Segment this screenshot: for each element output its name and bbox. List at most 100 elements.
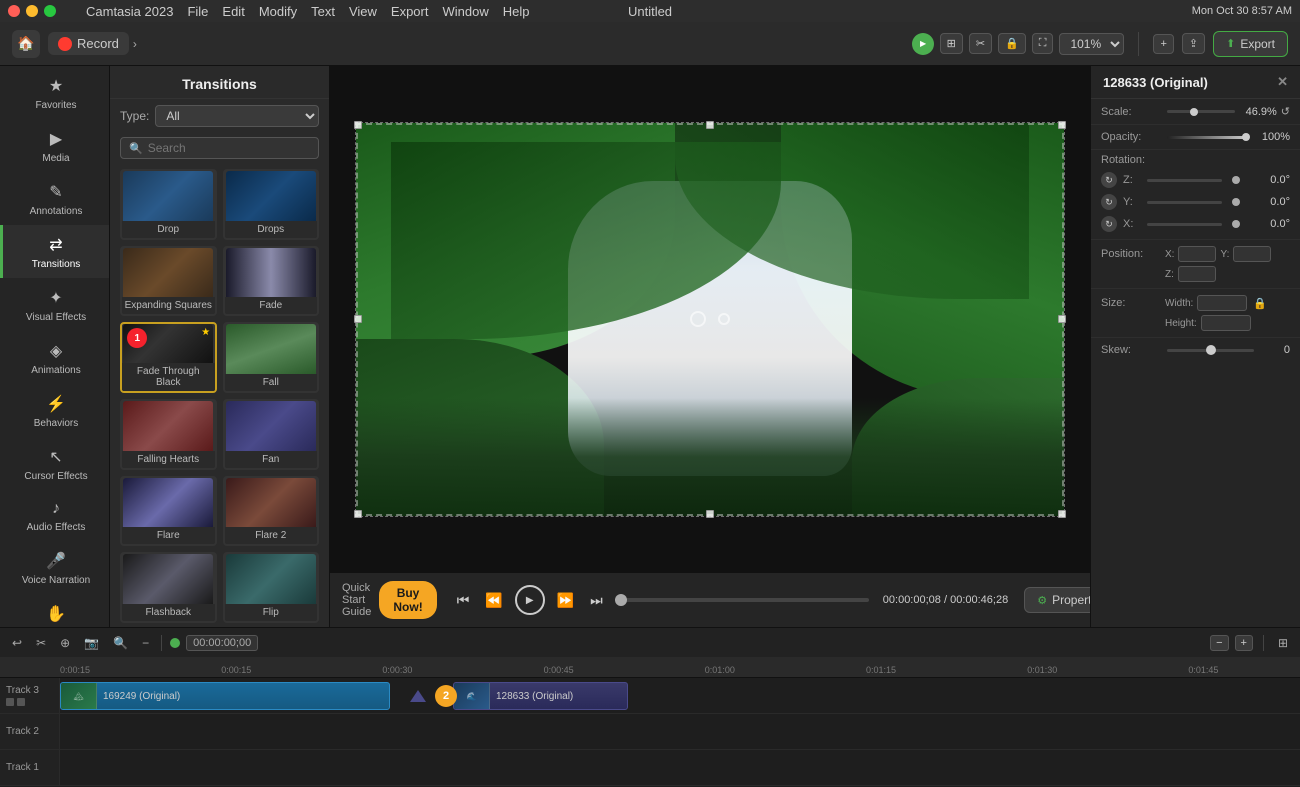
sidebar-item-animations[interactable]: ◈ Animations	[0, 331, 109, 384]
sidebar-item-behaviors[interactable]: ⚡ Behaviors	[0, 384, 109, 437]
transition-fall[interactable]: Fall	[223, 322, 320, 393]
zoom-select[interactable]: 101%	[1059, 33, 1124, 55]
size-height-input[interactable]: 1013.0	[1201, 315, 1251, 331]
play-pause-button[interactable]: ▶	[515, 585, 545, 615]
window-controls[interactable]	[8, 5, 56, 17]
position-y-input[interactable]: 0.0	[1233, 246, 1271, 262]
frame-back-button[interactable]: ⏪	[481, 590, 506, 611]
position-x-input[interactable]: 0.0	[1178, 246, 1216, 262]
menu-text[interactable]: Text	[311, 4, 335, 19]
copy-button[interactable]: ⊕	[56, 634, 74, 652]
menu-export[interactable]: Export	[391, 4, 429, 19]
clip-169249[interactable]: 🏔 169249 (Original)	[60, 682, 390, 710]
rotation-y-icon[interactable]: ↻	[1101, 194, 1117, 210]
progress-thumb[interactable]	[615, 594, 627, 606]
toolbar-play-button[interactable]	[912, 33, 934, 55]
skew-thumb[interactable]	[1206, 345, 1216, 355]
buy-now-button[interactable]: Buy Now!	[379, 581, 436, 619]
app-name[interactable]: Camtasia 2023	[86, 4, 173, 19]
zoom-out-button[interactable]: −	[138, 634, 153, 652]
cut-button[interactable]: ✂	[32, 634, 50, 652]
track-3-hide-btn[interactable]	[17, 698, 25, 706]
add-media-button[interactable]: +	[1153, 34, 1173, 54]
sidebar-item-media[interactable]: ▶ Media	[0, 119, 109, 172]
maximize-button[interactable]	[44, 5, 56, 17]
sidebar-item-annotations[interactable]: ✎ Annotations	[0, 172, 109, 225]
transition-expanding-squares[interactable]: Expanding Squares	[120, 246, 217, 317]
rotation-y-slider[interactable]	[1147, 201, 1222, 204]
menu-view[interactable]: View	[349, 4, 377, 19]
menu-modify[interactable]: Modify	[259, 4, 297, 19]
scale-slider-thumb[interactable]	[1190, 108, 1198, 116]
menu-window[interactable]: Window	[442, 4, 488, 19]
sidebar-item-voice-narration[interactable]: 🎤 Voice Narration	[0, 541, 109, 594]
scale-slider[interactable]	[1167, 110, 1235, 113]
tl-settings-button[interactable]: ⊞	[1274, 634, 1292, 652]
rotation-z-row: ↻ Z: 0.0°	[1101, 169, 1290, 191]
rotate-control[interactable]	[690, 311, 706, 327]
search-input[interactable]	[148, 141, 310, 155]
rotation-x-slider[interactable]	[1147, 223, 1222, 226]
lock-button[interactable]: 🔒	[998, 33, 1026, 54]
size-width-input[interactable]: 1800.9	[1197, 295, 1247, 311]
position-z-input[interactable]: 0.0	[1178, 266, 1216, 282]
clip-128633[interactable]: 🌊 128633 (Original)	[453, 682, 628, 710]
transition-drop[interactable]: Drop	[120, 169, 217, 240]
quick-start-guide[interactable]: Quick Start Guide	[342, 582, 371, 618]
transition-fan[interactable]: Fan	[223, 399, 320, 470]
fit-to-window-button[interactable]: ⊞	[940, 33, 963, 54]
rotation-x-thumb[interactable]	[1232, 220, 1240, 228]
track-3-add-btn[interactable]	[6, 698, 14, 706]
sidebar-item-gesture-effects[interactable]: ✋ Gesture Effects	[0, 594, 109, 627]
sidebar-item-visual-effects[interactable]: ✦ Visual Effects	[0, 278, 109, 331]
transition-fade-through-black[interactable]: 1 ★ Fade Through Black	[120, 322, 217, 393]
menu-file[interactable]: File	[187, 4, 208, 19]
frame-forward-button[interactable]: ⏩	[553, 590, 578, 611]
sidebar-item-favorites[interactable]: ★ Favorites	[0, 66, 109, 119]
progress-bar[interactable]	[621, 598, 869, 602]
home-button[interactable]: 🏠	[12, 30, 40, 58]
transition-fade[interactable]: Fade	[223, 246, 320, 317]
size-lock-icon[interactable]: 🔒	[1253, 297, 1267, 310]
zoom-in-button[interactable]: 🔍	[109, 634, 132, 652]
scale-reset[interactable]: ↺	[1281, 105, 1290, 118]
rotation-z-slider[interactable]	[1147, 179, 1222, 182]
opacity-slider-thumb[interactable]	[1242, 133, 1250, 141]
properties-button[interactable]: ⚙ Properties	[1024, 587, 1090, 613]
props-close-button[interactable]: ✕	[1277, 74, 1288, 90]
position-control[interactable]	[718, 313, 730, 325]
transition-falling-hearts[interactable]: Falling Hearts	[120, 399, 217, 470]
undo-button[interactable]: ↩	[8, 634, 26, 652]
transition-flare[interactable]: Flare	[120, 476, 217, 547]
share-button[interactable]: ⇪	[1182, 33, 1205, 54]
type-select[interactable]: All	[155, 105, 319, 127]
screenshot-button[interactable]: 📷	[80, 634, 103, 652]
tl-zoom-plus[interactable]: +	[1235, 635, 1253, 651]
menu-help[interactable]: Help	[503, 4, 530, 19]
rotation-y-thumb[interactable]	[1232, 198, 1240, 206]
record-chevron[interactable]: ›	[133, 37, 137, 51]
step-forward-button[interactable]: ⏭	[586, 590, 607, 611]
transition-flare-2[interactable]: Flare 2	[223, 476, 320, 547]
transition-drops[interactable]: Drops	[223, 169, 320, 240]
minimize-button[interactable]	[26, 5, 38, 17]
rotation-z-icon[interactable]: ↻	[1101, 172, 1117, 188]
transition-flip[interactable]: Flip	[223, 552, 320, 623]
sidebar-item-transitions[interactable]: ⇄ Transitions	[0, 225, 109, 278]
tl-zoom-minus[interactable]: −	[1210, 635, 1228, 651]
transition-flashback[interactable]: Flashback	[120, 552, 217, 623]
opacity-slider[interactable]	[1167, 136, 1248, 139]
menu-edit[interactable]: Edit	[222, 4, 244, 19]
step-back-button[interactable]: ⏮	[453, 590, 474, 611]
sidebar-item-audio-effects[interactable]: ♪ Audio Effects	[0, 490, 109, 541]
progress-bar-container[interactable]	[615, 598, 875, 602]
export-button[interactable]: ⬆ Export	[1213, 31, 1288, 57]
record-button[interactable]: Record	[48, 32, 129, 55]
sidebar-item-cursor-effects[interactable]: ↖ Cursor Effects	[0, 437, 109, 490]
close-button[interactable]	[8, 5, 20, 17]
skew-slider[interactable]	[1167, 349, 1254, 352]
rotation-z-thumb[interactable]	[1232, 176, 1240, 184]
fullscreen-button[interactable]: ⛶	[1032, 33, 1054, 54]
rotation-x-icon[interactable]: ↻	[1101, 216, 1117, 232]
crop-button[interactable]: ✂	[969, 33, 992, 54]
